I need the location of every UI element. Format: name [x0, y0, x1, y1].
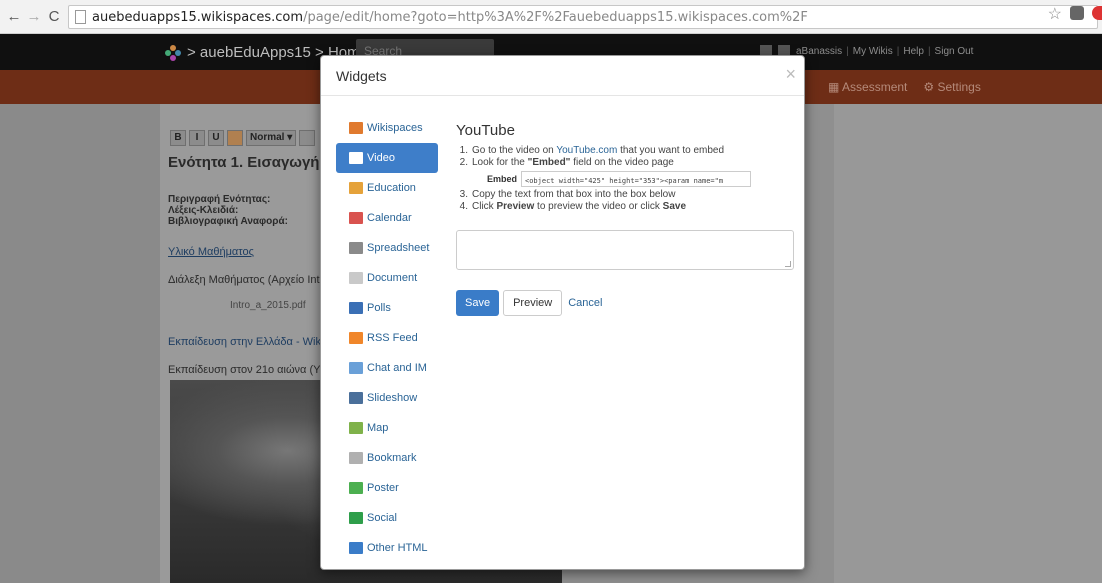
embed-example: Embed <object width="425" height="353"><… — [487, 171, 796, 187]
widget-item-bookmark[interactable]: Bookmark — [336, 443, 438, 473]
widget-item-polls[interactable]: Polls — [336, 293, 438, 323]
step-4: 4. Click Preview to preview the video or … — [459, 201, 687, 212]
page-icon — [75, 10, 86, 24]
desc-line: Περιγραφή Ενότητας: — [168, 194, 271, 205]
step-1: 1. Go to the video on YouTube.com that yo… — [459, 145, 725, 156]
rss-icon — [349, 332, 363, 344]
html-icon — [349, 542, 363, 554]
resize-handle-icon[interactable] — [785, 261, 791, 267]
back-arrow-icon[interactable]: ← — [4, 7, 24, 27]
reload-icon[interactable]: C — [44, 7, 64, 27]
widget-item-document[interactable]: Document — [336, 263, 438, 293]
modal-header: Widgets × — [321, 56, 804, 96]
slideshow-icon — [349, 392, 363, 404]
help-link[interactable]: Help — [903, 46, 924, 57]
widget-item-education[interactable]: Education — [336, 173, 438, 203]
widget-item-video[interactable]: Video — [336, 143, 438, 173]
widget-item-rss-feed[interactable]: RSS Feed — [336, 323, 438, 353]
underline-button[interactable]: U — [208, 130, 224, 146]
polls-icon — [349, 302, 363, 314]
italic-button[interactable]: I — [189, 130, 205, 146]
section-heading: Ενότητα 1. Εισαγωγή — [168, 154, 320, 171]
editor-toolbar: B I U Normal ▾ — [170, 130, 316, 148]
browser-toolbar: ← → C auebeduapps15.wikispaces.com/page/… — [0, 0, 1102, 34]
embed-label: Embed — [487, 174, 518, 184]
widget-item-spreadsheet[interactable]: Spreadsheet — [336, 233, 438, 263]
widget-item-chat[interactable]: Chat and IM — [336, 353, 438, 383]
modal-actions: Save Preview Cancel — [456, 290, 602, 316]
calendar-icon — [349, 212, 363, 224]
embed-code-textarea[interactable] — [456, 230, 794, 270]
step-3: 3. Copy the text from that box into the b… — [459, 189, 676, 200]
color-button[interactable] — [227, 130, 243, 146]
widget-item-map[interactable]: Map — [336, 413, 438, 443]
spreadsheet-icon — [349, 242, 363, 254]
widgets-modal: Widgets × Wikispaces Video Education Cal… — [320, 55, 805, 570]
save-button[interactable]: Save — [456, 290, 500, 316]
extension-icon[interactable] — [1092, 6, 1102, 20]
desc-line: Λέξεις-Κλειδιά: — [168, 205, 239, 216]
wikispaces-logo-icon — [165, 44, 181, 61]
extension-icon[interactable] — [1070, 6, 1084, 20]
widget-content: YouTube 1. Go to the video on YouTube.com… — [456, 122, 796, 316]
close-icon[interactable]: × — [785, 64, 796, 85]
widget-item-other-html[interactable]: Other HTML — [336, 533, 438, 563]
social-icon — [349, 512, 363, 524]
nav-assessment[interactable]: ▦ Assessment — [828, 80, 907, 94]
document-icon — [349, 272, 363, 284]
bookmark-icon — [349, 452, 363, 464]
bold-button[interactable]: B — [170, 130, 186, 146]
education-icon — [349, 182, 363, 194]
nav-links: ▦ Assessment ⚙ Settings — [828, 80, 981, 94]
sign-out-link[interactable]: Sign Out — [935, 46, 974, 57]
address-bar[interactable]: auebeduapps15.wikispaces.com/page/edit/h… — [68, 5, 1098, 29]
nav-settings[interactable]: ⚙ Settings — [923, 80, 980, 94]
widget-title: YouTube — [456, 122, 515, 139]
my-wikis-link[interactable]: My Wikis — [853, 46, 893, 57]
forward-arrow-icon[interactable]: → — [24, 7, 44, 27]
file-attachment[interactable]: Intro_a_2015.pdf — [230, 300, 330, 318]
widget-item-calendar[interactable]: Calendar — [336, 203, 438, 233]
right-panel — [834, 104, 1102, 583]
material-link[interactable]: Υλικό Μαθήματος — [168, 246, 254, 258]
instructions: 1. Go to the video on YouTube.com that yo… — [456, 145, 796, 213]
url-path: /page/edit/home?goto=http%3A%2F%2Fauebed… — [303, 9, 808, 25]
video-icon — [349, 152, 363, 164]
widget-item-wikispaces[interactable]: Wikispaces — [336, 113, 438, 143]
modal-title: Widgets — [336, 68, 387, 84]
embed-example-field: <object width="425" height="353"><param … — [521, 171, 751, 187]
cancel-link[interactable]: Cancel — [566, 297, 602, 309]
poster-icon — [349, 482, 363, 494]
gear-icon: ⚙ — [923, 80, 938, 94]
widget-list: Wikispaces Video Education Calendar Spre… — [336, 113, 438, 563]
url-domain: auebeduapps15.wikispaces.com — [92, 9, 304, 25]
widget-item-social[interactable]: Social — [336, 503, 438, 533]
chat-icon — [349, 362, 363, 374]
list-button[interactable] — [299, 130, 316, 146]
chart-icon: ▦ — [828, 80, 843, 94]
left-margin — [0, 104, 160, 583]
step-2: 2. Look for the "Embed" field on the vide… — [459, 157, 674, 168]
preview-button[interactable]: Preview — [503, 290, 563, 316]
widget-item-poster[interactable]: Poster — [336, 473, 438, 503]
map-icon — [349, 422, 363, 434]
widget-item-slideshow[interactable]: Slideshow — [336, 383, 438, 413]
wikispaces-icon — [349, 122, 363, 134]
desc-line: Βιβλιογραφική Αναφορά: — [168, 216, 288, 227]
youtube-link[interactable]: YouTube.com — [556, 145, 617, 156]
format-select[interactable]: Normal ▾ — [246, 130, 297, 146]
bookmark-star-icon[interactable]: ☆ — [1048, 4, 1062, 24]
